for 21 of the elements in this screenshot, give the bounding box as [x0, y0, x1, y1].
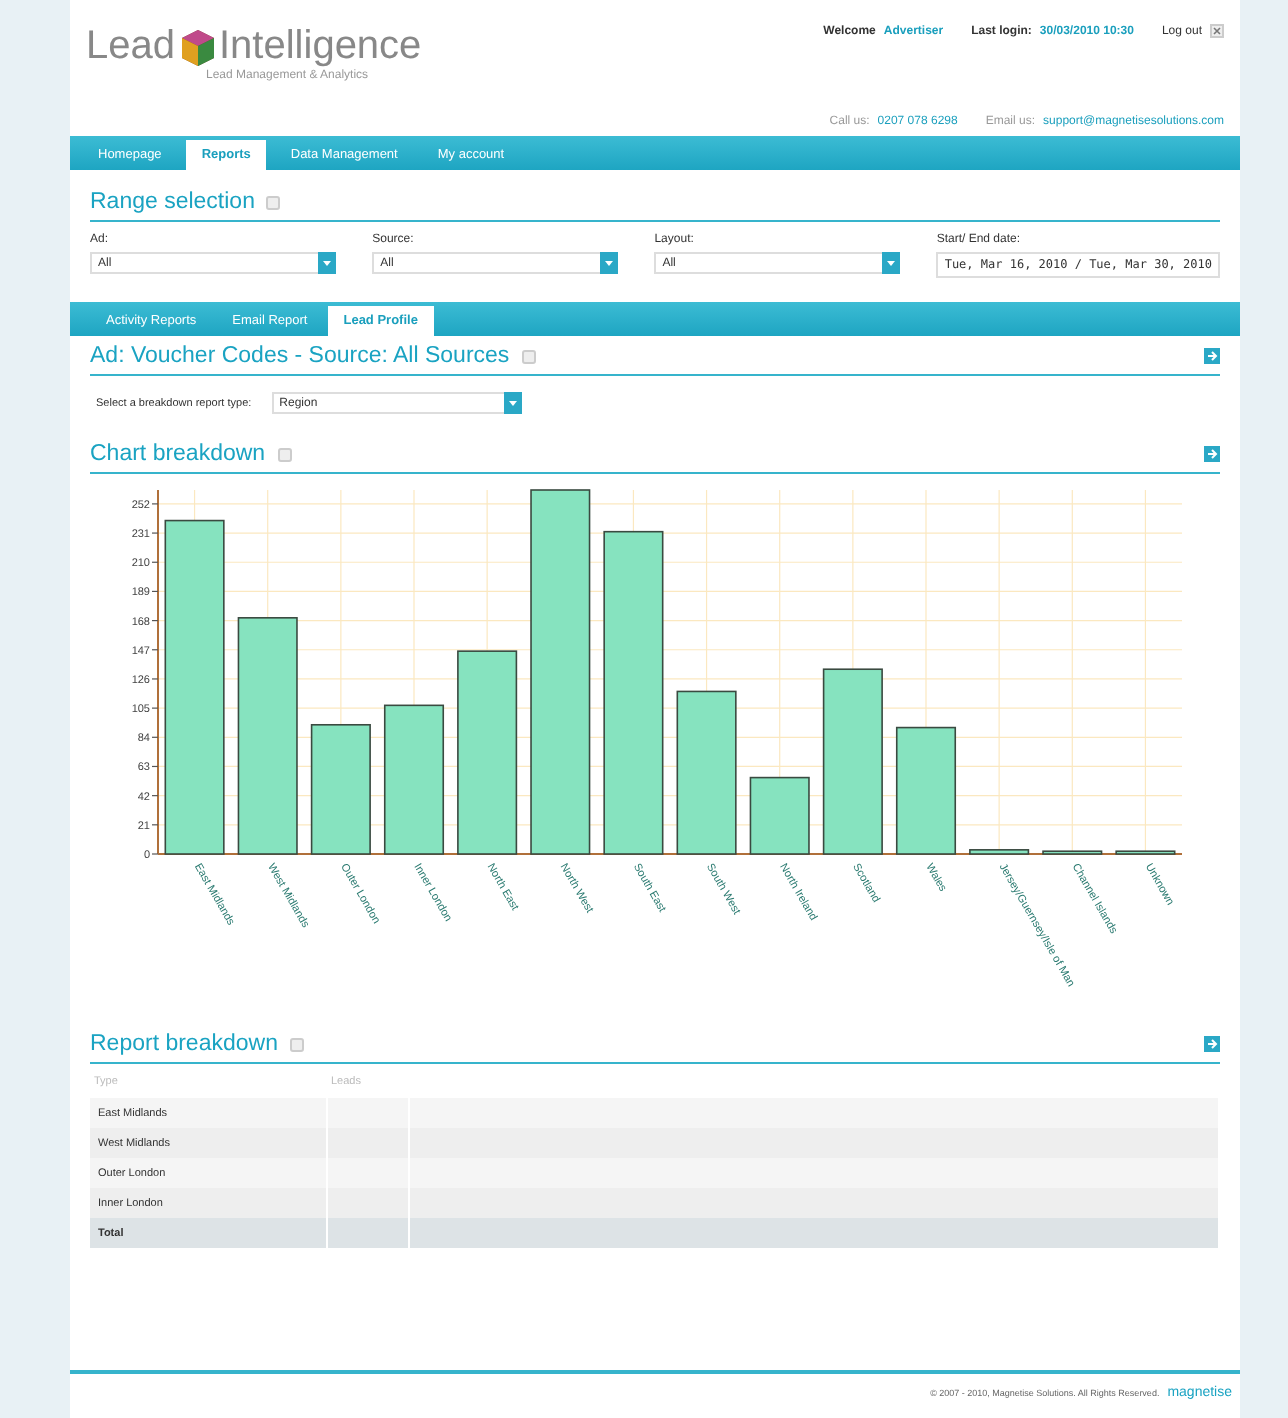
export-icon[interactable] [1204, 446, 1220, 462]
section-title: Report breakdown [90, 1032, 278, 1056]
dropdown-icon[interactable] [600, 252, 619, 274]
bar [1115, 850, 1176, 855]
export-icon[interactable] [1204, 1036, 1220, 1052]
bar [310, 724, 371, 855]
section-title: Range selection [90, 190, 255, 214]
bar [1042, 850, 1103, 855]
section-title: Chart breakdown [90, 442, 266, 466]
dropdown-icon[interactable] [503, 392, 522, 414]
cube-logo-icon [177, 27, 217, 67]
close-icon[interactable] [1210, 24, 1224, 38]
bar [895, 726, 957, 855]
dropdown-icon[interactable] [318, 252, 336, 274]
dropdown-icon[interactable] [882, 252, 901, 274]
logo-text: Lead [86, 24, 175, 70]
report-title: Ad: Voucher Codes - Source: All Sources [90, 344, 510, 368]
logo-text: Intelligence [219, 24, 422, 69]
export-icon[interactable] [1204, 348, 1220, 364]
bar [749, 776, 810, 855]
bar [969, 849, 1030, 855]
